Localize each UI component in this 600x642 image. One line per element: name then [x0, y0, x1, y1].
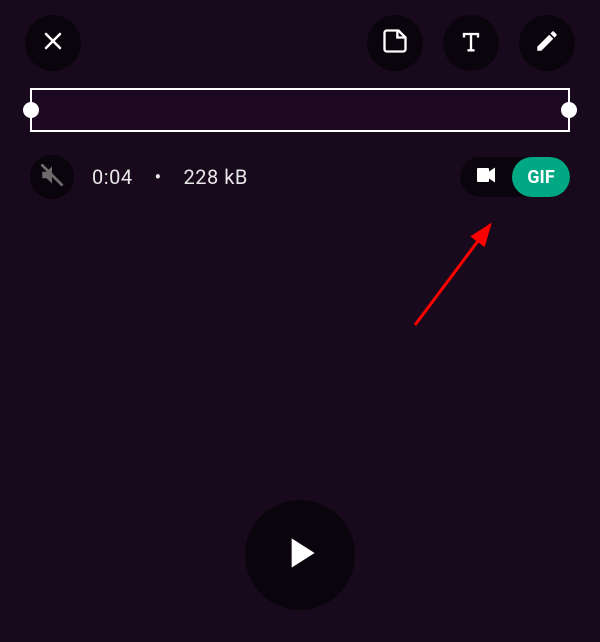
toggle-gif[interactable]: GIF [512, 157, 570, 197]
top-toolbar [0, 15, 600, 71]
close-icon [41, 29, 65, 57]
mute-button[interactable] [30, 155, 74, 199]
media-size: 228 kB [184, 165, 248, 189]
gif-label: GIF [527, 167, 554, 188]
sticker-icon [381, 27, 409, 59]
media-info-row: 0:04 • 228 kB GIF [30, 155, 570, 199]
trim-timeline[interactable] [30, 88, 570, 132]
play-icon [275, 528, 325, 582]
media-meta: 0:04 • 228 kB [92, 165, 248, 189]
video-gif-toggle[interactable]: GIF [460, 157, 570, 197]
trim-handle-end[interactable] [561, 102, 577, 118]
text-button[interactable] [443, 15, 499, 71]
annotation-arrow [405, 215, 515, 335]
text-icon [457, 27, 485, 59]
close-button[interactable] [25, 15, 81, 71]
media-duration: 0:04 [92, 165, 133, 189]
trim-handle-start[interactable] [23, 102, 39, 118]
editing-tools [367, 15, 575, 71]
draw-button[interactable] [519, 15, 575, 71]
meta-separator: • [154, 165, 161, 189]
play-button[interactable] [245, 500, 355, 610]
pencil-icon [534, 28, 560, 58]
speaker-muted-icon [39, 162, 65, 192]
toggle-video[interactable] [460, 157, 512, 197]
sticker-button[interactable] [367, 15, 423, 71]
video-icon [474, 163, 498, 191]
